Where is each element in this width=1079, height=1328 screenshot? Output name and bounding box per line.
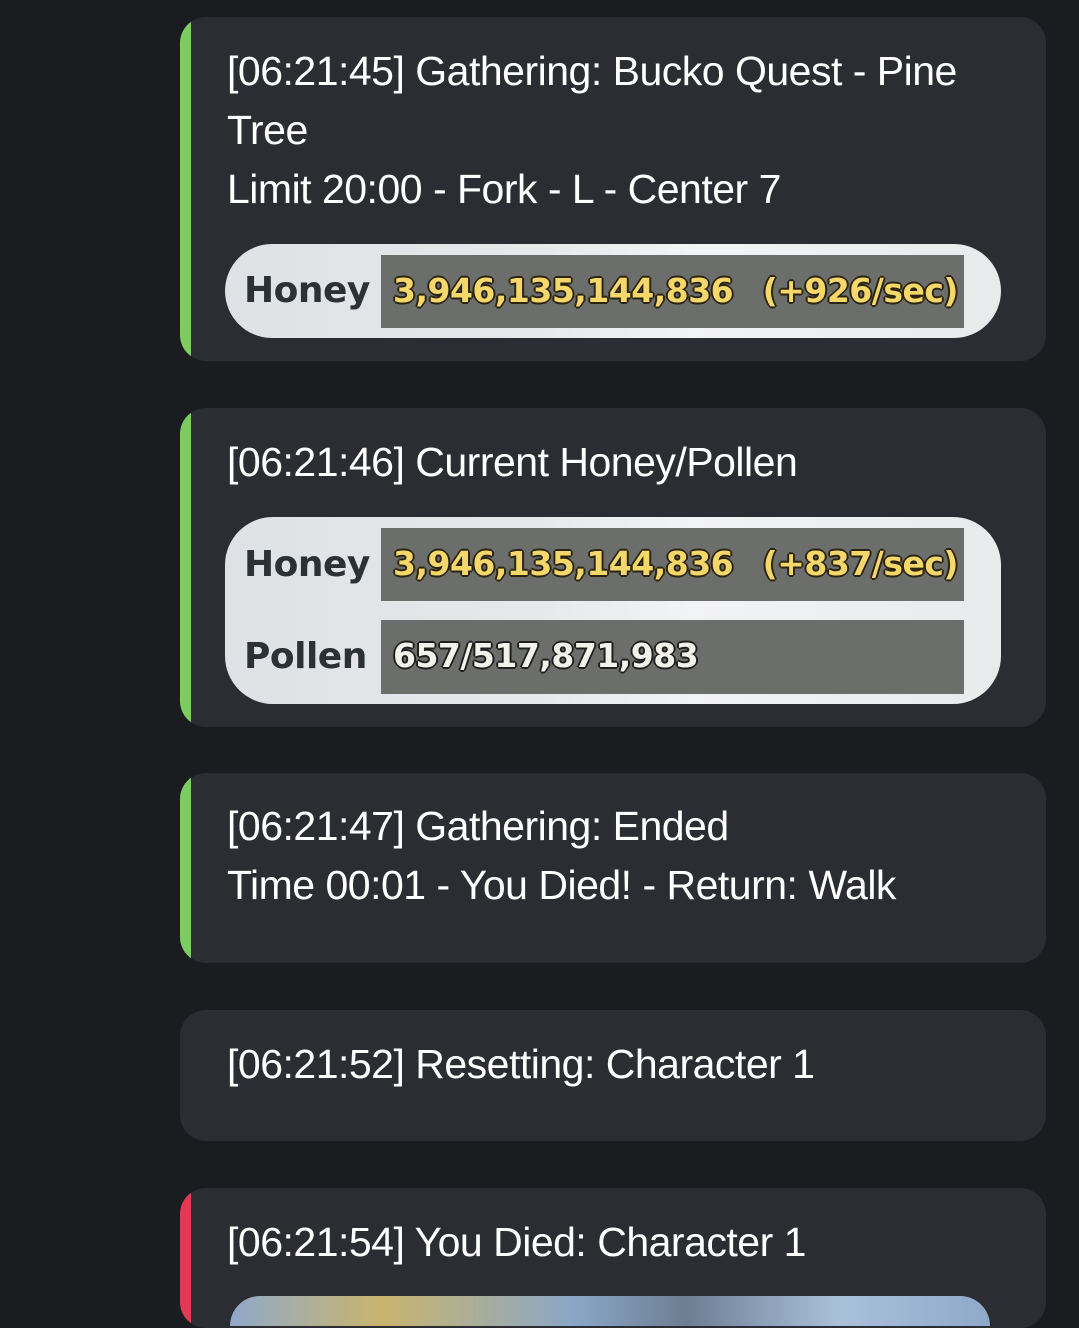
honey-label: Honey (244, 270, 370, 311)
embed-line: Time 00:01 - You Died! - Return: Walk (227, 862, 896, 908)
embed-text: [06:21:52] Resetting: Character 1 (227, 1035, 1016, 1094)
honey-row: Honey 3,946,135,144,836 (+837/sec) (225, 517, 1001, 610)
embed-text: [06:21:47] Gathering: Ended Time 00:01 -… (227, 797, 1016, 915)
log-embed: [06:21:54] You Died: Character 1 (180, 1188, 1046, 1328)
screenshot-image[interactable] (230, 1296, 990, 1326)
pollen-row: Pollen 657/517,871,983 (225, 610, 1001, 704)
embed-line: [06:21:54] You Died: Character 1 (227, 1219, 806, 1265)
honey-rate: (+837/sec) (762, 544, 959, 583)
honey-label: Honey (244, 544, 370, 585)
embed-line: [06:21:46] Current Honey/Pollen (227, 439, 798, 485)
pollen-value-box: 657/517,871,983 (381, 620, 964, 694)
embed-line: [06:21:45] Gathering: Bucko Quest - Pine (227, 48, 957, 94)
accent-bar (180, 1188, 191, 1328)
honey-row: Honey 3,946,135,144,836 (+926/sec) (225, 244, 1001, 338)
honey-value: 3,946,135,144,836 (393, 271, 734, 310)
accent-bar (180, 408, 191, 727)
embed-text: [06:21:45] Gathering: Bucko Quest - Pine… (227, 42, 1016, 219)
log-embed: [06:21:46] Current Honey/Pollen Honey 3,… (180, 408, 1046, 727)
embed-line: Tree (227, 107, 308, 153)
honey-rate: (+926/sec) (762, 271, 959, 310)
embed-line: [06:21:47] Gathering: Ended (227, 803, 729, 849)
honey-value-box: 3,946,135,144,836 (+926/sec) (381, 255, 964, 328)
accent-bar (180, 17, 191, 361)
honey-value-box: 3,946,135,144,836 (+837/sec) (381, 528, 964, 601)
pollen-value: 657/517,871,983 (393, 636, 699, 675)
embed-line: [06:21:52] Resetting: Character 1 (227, 1041, 815, 1087)
embed-text: [06:21:46] Current Honey/Pollen (227, 433, 1016, 492)
honey-value: 3,946,135,144,836 (393, 544, 734, 583)
stats-image[interactable]: Honey 3,946,135,144,836 (+837/sec) Polle… (225, 517, 1001, 704)
log-embed: [06:21:52] Resetting: Character 1 (180, 1010, 1046, 1141)
stats-image[interactable]: Honey 3,946,135,144,836 (+926/sec) (225, 244, 1001, 338)
embed-text: [06:21:54] You Died: Character 1 (227, 1213, 1016, 1272)
log-embed: [06:21:45] Gathering: Bucko Quest - Pine… (180, 17, 1046, 361)
accent-bar (180, 773, 191, 963)
log-embed: [06:21:47] Gathering: Ended Time 00:01 -… (180, 773, 1046, 963)
pollen-label: Pollen (244, 636, 367, 677)
embed-line: Limit 20:00 - Fork - L - Center 7 (227, 166, 781, 212)
